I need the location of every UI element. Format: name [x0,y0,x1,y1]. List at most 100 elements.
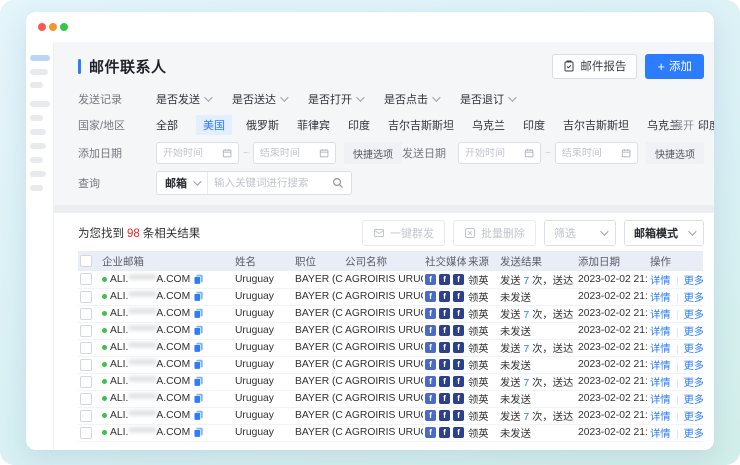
facebook-icon[interactable]: f [453,325,464,336]
copy-icon[interactable] [193,291,204,302]
add-date-start-field[interactable] [163,148,222,159]
send-date-quick-button[interactable]: 快捷选项 [646,142,704,164]
copy-icon[interactable] [193,427,204,438]
detail-link[interactable]: 详情 [650,289,671,304]
sidebar-item-active[interactable] [30,55,50,61]
send-date-end-input[interactable] [555,142,638,164]
sidebar-item[interactable] [30,115,43,121]
country-item[interactable]: 菲律宾 [297,117,330,133]
send-record-option[interactable]: 是否发送 [156,91,210,107]
facebook-icon[interactable]: f [425,376,436,387]
bulk-send-button[interactable]: 一键群发 [362,220,445,246]
facebook-icon[interactable]: f [439,393,450,404]
country-item[interactable]: 全部 [156,117,178,133]
facebook-icon[interactable]: f [439,308,450,319]
send-record-option[interactable]: 是否退订 [460,91,514,107]
facebook-icon[interactable]: f [425,291,436,302]
row-checkbox[interactable] [80,325,92,337]
detail-link[interactable]: 详情 [650,425,671,440]
facebook-icon[interactable]: f [425,342,436,353]
row-checkbox[interactable] [80,427,92,439]
detail-link[interactable]: 详情 [650,357,671,372]
row-checkbox[interactable] [80,376,92,388]
facebook-icon[interactable]: f [439,291,450,302]
facebook-icon[interactable]: f [453,376,464,387]
detail-link[interactable]: 详情 [650,306,671,321]
expand-toggle[interactable]: 展开 [672,117,704,133]
mode-select[interactable]: 邮箱模式 [624,220,704,246]
traffic-light-green-icon[interactable] [60,23,68,31]
send-record-option[interactable]: 是否送达 [232,91,286,107]
facebook-icon[interactable]: f [425,359,436,370]
search-field-select[interactable]: 邮箱 [157,172,208,194]
row-checkbox[interactable] [80,308,92,320]
facebook-icon[interactable]: f [453,308,464,319]
add-date-start-input[interactable] [156,142,239,164]
country-item[interactable]: 印度 [348,117,370,133]
sidebar-item[interactable] [30,171,46,177]
country-item[interactable]: 吉尔吉斯斯坦 [388,117,454,133]
row-checkbox[interactable] [80,359,92,371]
facebook-icon[interactable]: f [439,427,450,438]
sidebar-item[interactable] [30,101,50,107]
sidebar-item[interactable] [30,185,43,191]
facebook-icon[interactable]: f [425,274,436,285]
mail-report-button[interactable]: 邮件报告 [552,54,637,79]
facebook-icon[interactable]: f [439,325,450,336]
sidebar-item[interactable] [30,82,43,88]
sidebar-item[interactable] [30,129,46,135]
select-all-checkbox[interactable] [80,255,92,267]
sidebar-item[interactable] [30,69,48,75]
facebook-icon[interactable]: f [439,342,450,353]
send-record-option[interactable]: 是否点击 [384,91,438,107]
row-checkbox[interactable] [80,342,92,354]
facebook-icon[interactable]: f [453,359,464,370]
row-checkbox[interactable] [80,393,92,405]
facebook-icon[interactable]: f [439,376,450,387]
facebook-icon[interactable]: f [439,410,450,421]
traffic-light-orange-icon[interactable] [49,23,57,31]
facebook-icon[interactable]: f [425,308,436,319]
detail-link[interactable]: 详情 [650,391,671,406]
add-button[interactable]: + 添加 [645,54,704,79]
copy-icon[interactable] [193,274,204,285]
more-link[interactable]: 更多 [684,357,703,372]
facebook-icon[interactable]: f [453,410,464,421]
more-link[interactable]: 更多 [684,340,703,355]
country-item-selected[interactable]: 美国 [196,115,232,135]
more-link[interactable]: 更多 [684,391,703,406]
country-item[interactable]: 俄罗斯 [246,117,279,133]
row-checkbox[interactable] [80,410,92,422]
facebook-icon[interactable]: f [439,274,450,285]
more-link[interactable]: 更多 [684,408,703,423]
more-link[interactable]: 更多 [684,374,703,389]
facebook-icon[interactable]: f [439,359,450,370]
bulk-delete-button[interactable]: 批量删除 [453,220,536,246]
more-link[interactable]: 更多 [684,272,703,287]
send-date-start-field[interactable] [465,148,524,159]
sidebar-item[interactable] [30,143,46,149]
facebook-icon[interactable]: f [425,325,436,336]
search-input[interactable] [208,177,332,189]
country-item[interactable]: 吉尔吉斯斯坦 [563,117,629,133]
facebook-icon[interactable]: f [453,393,464,404]
detail-link[interactable]: 详情 [650,340,671,355]
traffic-light-red-icon[interactable] [38,23,46,31]
facebook-icon[interactable]: f [453,427,464,438]
more-link[interactable]: 更多 [684,323,703,338]
more-link[interactable]: 更多 [684,425,703,440]
facebook-icon[interactable]: f [425,410,436,421]
detail-link[interactable]: 详情 [650,323,671,338]
facebook-icon[interactable]: f [425,393,436,404]
add-date-end-field[interactable] [260,148,319,159]
country-item[interactable]: 乌克兰 [472,117,505,133]
more-link[interactable]: 更多 [684,306,703,321]
copy-icon[interactable] [193,308,204,319]
copy-icon[interactable] [193,325,204,336]
facebook-icon[interactable]: f [453,291,464,302]
copy-icon[interactable] [193,410,204,421]
send-date-start-input[interactable] [458,142,541,164]
facebook-icon[interactable]: f [425,427,436,438]
country-item[interactable]: 印度 [523,117,545,133]
facebook-icon[interactable]: f [453,342,464,353]
